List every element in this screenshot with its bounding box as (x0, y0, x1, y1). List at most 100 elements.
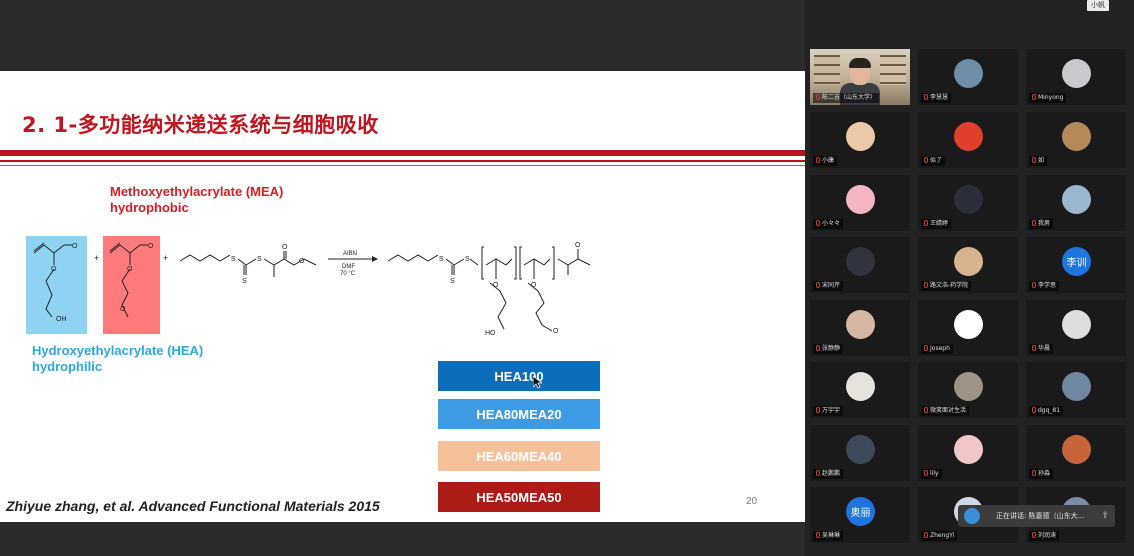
avatar (954, 247, 983, 276)
mic-muted-icon (816, 94, 820, 100)
participant-tile[interactable]: 张静静 (810, 300, 910, 356)
reaction-temperature: 70 °C (340, 271, 356, 277)
title-rule-thin-secondary (0, 165, 805, 166)
speaking-notification[interactable]: 正在讲话: 陈嘉德（山东大... ⇧ (958, 505, 1115, 527)
participant-name: 陈二吉（山东大学） (822, 94, 877, 101)
participant-nameplate: 万宇宇 (813, 406, 844, 416)
participant-tile[interactable]: 微笑面对生活 (918, 362, 1018, 418)
mea-ether-o: O (120, 306, 126, 313)
participant-tile[interactable]: 万宇宇 (810, 362, 910, 418)
mea-carbonyl-o: O (148, 243, 154, 250)
participant-name: 似了 (930, 157, 943, 164)
participant-nameplate: 微笑面对生活 (921, 406, 970, 416)
raft-o-ester: O (299, 258, 305, 265)
participant-name: 微笑面对生活 (930, 407, 967, 414)
mic-muted-icon (1032, 157, 1036, 163)
participant-tile[interactable]: lily (918, 425, 1018, 481)
participant-tile[interactable]: 似了 (918, 112, 1018, 168)
avatar (846, 435, 875, 464)
avatar (1062, 122, 1091, 151)
participant-nameplate: 如 (1029, 156, 1048, 166)
participant-name: 李学思 (1038, 282, 1057, 289)
hea-carbonyl-o: O (72, 243, 78, 250)
participant-name: dgq_81 (1038, 407, 1061, 414)
speaker-avatar-icon (964, 508, 980, 524)
participant-tile[interactable]: 李慧慧 (918, 49, 1018, 105)
mea-monomer-box (103, 236, 160, 334)
mic-muted-icon (1032, 470, 1036, 476)
participant-name: Minyong (1038, 94, 1064, 101)
participant-tile[interactable]: 华晨 (1026, 300, 1126, 356)
mic-muted-icon (1032, 532, 1036, 538)
mic-muted-icon (924, 94, 928, 100)
product-o-1: O (493, 282, 499, 289)
participant-name: 孙淼 (1038, 470, 1051, 477)
avatar (846, 247, 875, 276)
avatar (954, 185, 983, 214)
participant-name: 我男 (1038, 220, 1051, 227)
shared-screen: 2. 1-多功能纳米递送系统与细胞吸收 Methoxyethylacrylate… (0, 0, 805, 556)
product-s-1: S (439, 256, 444, 263)
participant-name: 小々々 (822, 220, 841, 227)
participant-name: lily (930, 470, 939, 477)
participant-name: 华晨 (1038, 345, 1051, 352)
participant-tile[interactable]: 路文浩-药学院 (918, 237, 1018, 293)
mea-property: hydrophobic (110, 200, 189, 215)
raft-s-1: S (231, 256, 236, 263)
participant-tile[interactable]: 如 (1026, 112, 1126, 168)
product-ho-label: HO (485, 330, 496, 337)
participant-tile[interactable]: 我男 (1026, 175, 1126, 231)
mic-muted-icon (1032, 94, 1036, 100)
participant-panel: 小帆 陈二吉（山东大学） 李慧慧 Minyong 小康 似了 如小々々 王婧婷 我男宋同芹 路文… (805, 0, 1134, 556)
reaction-scheme: OH O O + O O O + S S S O O AIBN DMF 70 °… (26, 236, 591, 337)
participant-name: Joseph (930, 345, 950, 352)
copolymer-hea50mea50: HEA50MEA50 (438, 482, 600, 512)
view-tag[interactable]: 小帆 (1087, 0, 1109, 11)
participant-name: 张静静 (822, 345, 841, 352)
reagent-dmf: DMF (342, 264, 355, 270)
participant-name: 小康 (822, 157, 835, 164)
participant-tile[interactable]: 王婧婷 (918, 175, 1018, 231)
hea-property: hydrophilic (32, 359, 103, 374)
participant-nameplate: 王婧婷 (921, 219, 952, 229)
participant-tile[interactable]: dgq_81 (1026, 362, 1126, 418)
participant-tile[interactable]: 宋同芹 (810, 237, 910, 293)
participant-tile[interactable]: 奥丽 吴琳琳 (810, 487, 910, 543)
participant-tile[interactable]: 孙淼 (1026, 425, 1126, 481)
page-number: 20 (746, 496, 758, 507)
avatar (954, 372, 983, 401)
hea-name: Hydroxyethylacrylate (HEA) (32, 343, 204, 358)
mic-muted-icon (924, 345, 928, 351)
avatar (1062, 435, 1091, 464)
mic-muted-icon (1032, 220, 1036, 226)
participant-nameplate: 小々々 (813, 219, 844, 229)
participant-name: 赵鹏鹏 (822, 470, 841, 477)
presentation-slide: 2. 1-多功能纳米递送系统与细胞吸收 Methoxyethylacrylate… (0, 71, 805, 522)
product-o-2: O (531, 282, 537, 289)
mic-muted-icon (816, 282, 820, 288)
plus-sign-2: + (163, 253, 168, 263)
collapse-icon[interactable]: ⇧ (1101, 505, 1109, 527)
plus-sign-1: + (94, 253, 99, 263)
participant-tile[interactable]: Minyong (1026, 49, 1126, 105)
participant-tile[interactable]: 小康 (810, 112, 910, 168)
participant-tile[interactable]: 陈二吉（山东大学） (810, 49, 910, 105)
mic-muted-icon (816, 532, 820, 538)
participant-name: 王婧婷 (930, 220, 949, 227)
participant-name: 路文浩-药学院 (930, 282, 969, 289)
title-rule-thick (0, 150, 805, 156)
mic-muted-icon (816, 470, 820, 476)
participant-nameplate: 我男 (1029, 219, 1054, 229)
participant-nameplate: 刘润涛 (1029, 531, 1060, 541)
participant-name: 万宇宇 (822, 407, 841, 414)
participant-tile[interactable]: 小々々 (810, 175, 910, 231)
participant-nameplate: dgq_81 (1029, 406, 1064, 416)
participant-nameplate: 李慧慧 (921, 93, 952, 103)
mea-ester-o: O (127, 266, 133, 273)
participant-nameplate: Minyong (1029, 93, 1067, 103)
participant-name: 刘润涛 (1038, 532, 1057, 539)
participant-tile[interactable]: 赵鹏鹏 (810, 425, 910, 481)
avatar (954, 122, 983, 151)
participant-tile[interactable]: 李训 李学思 (1026, 237, 1126, 293)
participant-tile[interactable]: Joseph (918, 300, 1018, 356)
